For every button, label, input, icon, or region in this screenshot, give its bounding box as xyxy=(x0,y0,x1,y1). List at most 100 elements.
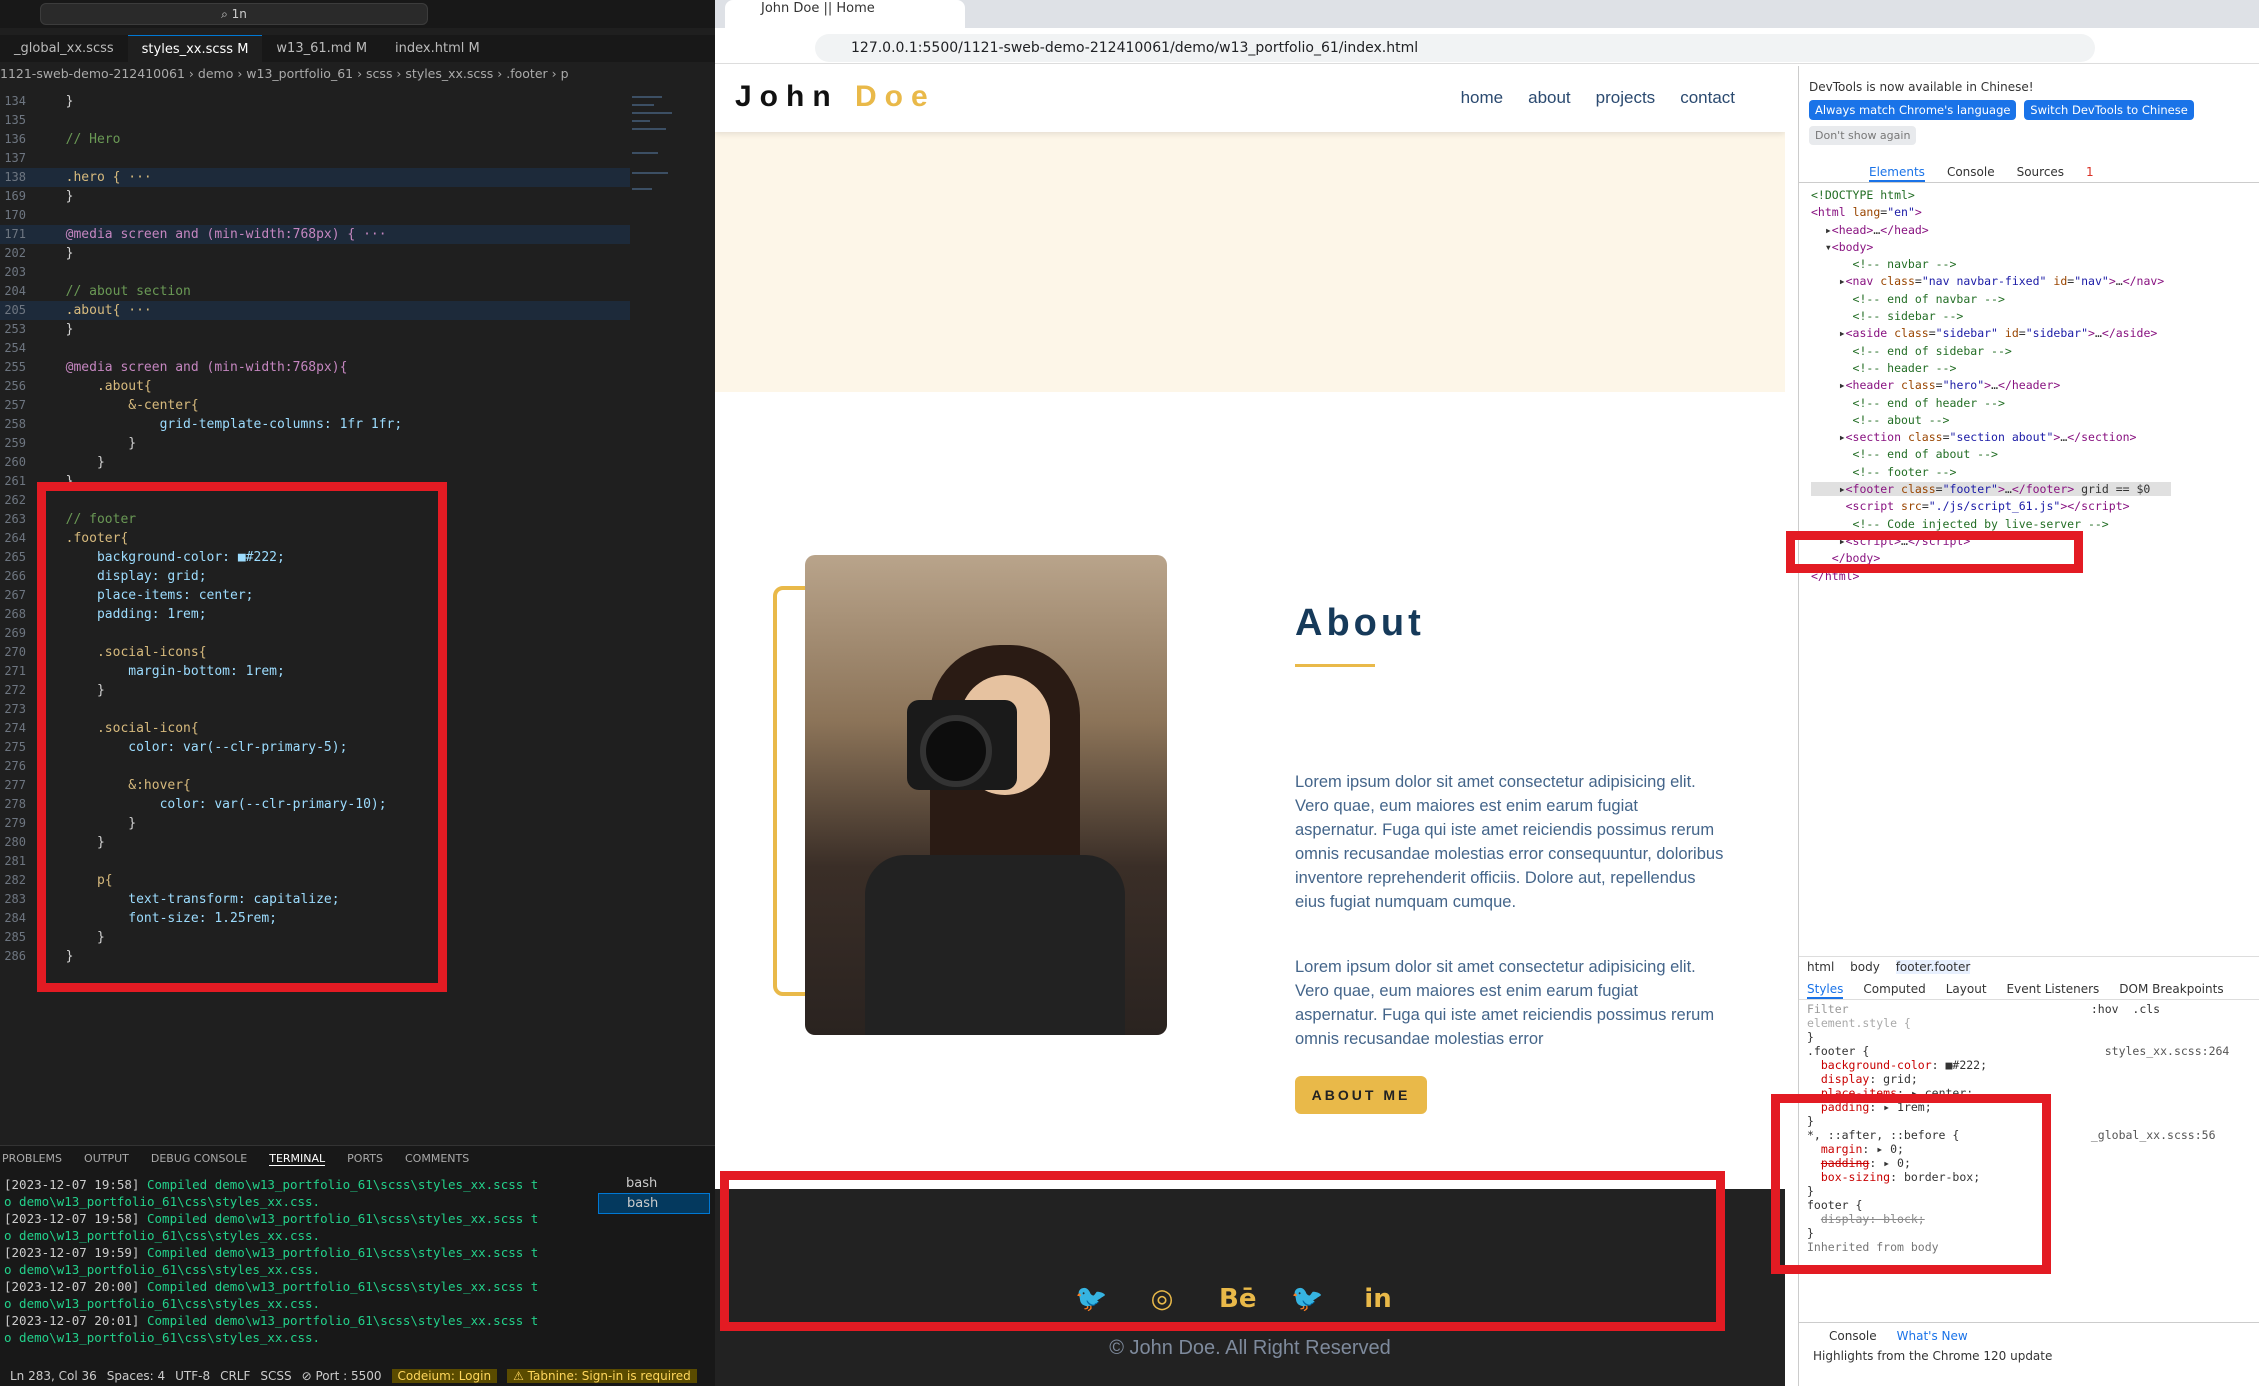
terminal-timestamp: [2023-12-07 19:59] xyxy=(4,1245,140,1260)
drawer-tab-console[interactable]: Console xyxy=(1829,1329,1877,1343)
hov-cls[interactable]: :hov .cls xyxy=(2091,1002,2160,1016)
code-line[interactable]: 204 // about section xyxy=(0,282,630,301)
panel-tab-terminal[interactable]: TERMINAL xyxy=(269,1152,326,1166)
code-line[interactable]: 136 // Hero xyxy=(0,130,630,149)
panel-tab-problems[interactable]: PROBLEMS xyxy=(2,1152,62,1166)
status-codeium[interactable]: Codeium: Login xyxy=(391,1369,498,1383)
code-line[interactable]: 205 .about{ ··· xyxy=(0,301,630,320)
error-badge[interactable]: 1 xyxy=(2086,161,2094,182)
terminal-message: o demo\w13_portfolio_61\css\styles_xx.cs… xyxy=(4,1330,321,1345)
terminal-line: [2023-12-07 19:59] Compiled demo\w13_por… xyxy=(4,1244,574,1261)
nav-link-contact[interactable]: contact xyxy=(1680,88,1735,108)
line-number: 134 xyxy=(4,94,26,108)
line-number: 257 xyxy=(4,398,26,412)
tab-elements[interactable]: Elements xyxy=(1869,161,1925,182)
tab-sources[interactable]: Sources xyxy=(2017,161,2064,182)
code-line[interactable]: 254 xyxy=(0,339,630,358)
code-line[interactable]: 259 } xyxy=(0,434,630,453)
line-number: 135 xyxy=(4,113,26,127)
line-number: 271 xyxy=(4,664,26,678)
global-source-link[interactable]: _global_xx.scss:56 xyxy=(2091,1128,2216,1142)
line-number: 275 xyxy=(4,740,26,754)
nav-link-home[interactable]: home xyxy=(1461,88,1504,108)
code-line[interactable]: 171 @media screen and (min-width:768px) … xyxy=(0,225,630,244)
crumb-html[interactable]: html xyxy=(1807,960,1834,974)
code-line[interactable]: 260 } xyxy=(0,453,630,472)
terminal-item[interactable]: bash xyxy=(598,1174,710,1193)
terminal-line: [2023-12-07 20:01] Compiled demo\w13_por… xyxy=(4,1312,574,1329)
nav-link-projects[interactable]: projects xyxy=(1596,88,1656,108)
breadcrumb[interactable]: 1121-sweb-demo-212410061 › demo › w13_po… xyxy=(0,66,569,84)
code-line[interactable]: 138 .hero { ··· xyxy=(0,168,630,187)
terminal-output[interactable]: [2023-12-07 19:58] Compiled demo\w13_por… xyxy=(4,1176,574,1346)
line-number: 280 xyxy=(4,835,26,849)
tab-styles-scss[interactable]: styles_xx.scss M xyxy=(127,35,263,62)
line-number: 273 xyxy=(4,702,26,716)
terminal-message: Compiled demo\w13_portfolio_61\scss\styl… xyxy=(139,1211,539,1226)
crumb-footer[interactable]: footer.footer xyxy=(1895,960,1971,974)
code-line[interactable]: 169 } xyxy=(0,187,630,206)
browser-tabbar: John Doe || Home xyxy=(715,0,2259,28)
tab-dom-breakpoints[interactable]: DOM Breakpoints xyxy=(2119,978,2223,999)
command-center[interactable]: ⌕ 1n xyxy=(40,3,428,25)
code-line[interactable]: 135 xyxy=(0,111,630,130)
tab-layout[interactable]: Layout xyxy=(1946,978,1987,999)
whats-new-text: Highlights from the Chrome 120 update xyxy=(1813,1349,2053,1363)
line-number: 205 xyxy=(4,303,26,317)
status-tabnine[interactable]: ⚠ Tabnine: Sign-in is required xyxy=(507,1369,697,1383)
code-line[interactable]: 202 } xyxy=(0,244,630,263)
match-language-button[interactable]: Always match Chrome's language xyxy=(1809,100,2017,120)
line-number: 266 xyxy=(4,569,26,583)
status-eol[interactable]: CRLF xyxy=(220,1369,250,1383)
browser-tab[interactable]: John Doe || Home xyxy=(725,0,965,28)
status-port[interactable]: ⊘ Port : 5500 xyxy=(302,1369,382,1383)
tab-styles[interactable]: Styles xyxy=(1807,978,1844,999)
panel-tab-ports[interactable]: PORTS xyxy=(347,1152,383,1166)
code-line[interactable]: 134 } xyxy=(0,92,630,111)
tab-console[interactable]: Console xyxy=(1947,161,1995,182)
line-number: 282 xyxy=(4,873,26,887)
tab-event-listeners[interactable]: Event Listeners xyxy=(2007,978,2100,999)
status-encoding[interactable]: UTF-8 xyxy=(175,1369,210,1383)
line-number: 202 xyxy=(4,246,26,260)
terminal-line: o demo\w13_portfolio_61\css\styles_xx.cs… xyxy=(4,1295,574,1312)
code-line[interactable]: 255 @media screen and (min-width:768px){ xyxy=(0,358,630,377)
nav-link-about[interactable]: about xyxy=(1528,88,1571,108)
filter-input[interactable]: Filter xyxy=(1807,1002,1849,1016)
line-number: 203 xyxy=(4,265,26,279)
status-position[interactable]: Ln 283, Col 36 xyxy=(10,1369,97,1383)
panel-tab-output[interactable]: OUTPUT xyxy=(84,1152,129,1166)
site-logo[interactable]: John Doe xyxy=(735,80,936,114)
code-line[interactable]: 257 &-center{ xyxy=(0,396,630,415)
line-number: 262 xyxy=(4,493,26,507)
status-language[interactable]: SCSS xyxy=(260,1369,291,1383)
terminal-item-active[interactable]: bash xyxy=(598,1193,710,1214)
tab-computed[interactable]: Computed xyxy=(1863,978,1925,999)
terminal-message: Compiled demo\w13_portfolio_61\scss\styl… xyxy=(139,1279,539,1294)
dont-show-button[interactable]: Don't show again xyxy=(1809,126,1917,145)
footer-source-link[interactable]: styles_xx.scss:264 xyxy=(2105,1044,2230,1058)
browser-window: John Doe || Home 127.0.0.1:5500/1121-swe… xyxy=(715,0,2259,1386)
code-line[interactable]: 258 grid-template-columns: 1fr 1fr; xyxy=(0,415,630,434)
terminal-message: o demo\w13_portfolio_61\css\styles_xx.cs… xyxy=(4,1262,321,1277)
url-bar[interactable]: 127.0.0.1:5500/1121-sweb-demo-212410061/… xyxy=(815,34,2095,62)
status-spaces[interactable]: Spaces: 4 xyxy=(107,1369,165,1383)
code-line[interactable]: 137 xyxy=(0,149,630,168)
code-line[interactable]: 253 } xyxy=(0,320,630,339)
minimap[interactable] xyxy=(628,92,688,252)
dom-tree[interactable]: <!DOCTYPE html> <html lang="en"> ▸<head>… xyxy=(1799,183,2259,585)
about-me-button[interactable]: ABOUT ME xyxy=(1295,1076,1427,1114)
code-text: } xyxy=(50,189,74,204)
code-line[interactable]: 256 .about{ xyxy=(0,377,630,396)
drawer-tab-whatsnew[interactable]: What's New xyxy=(1897,1329,1968,1343)
panel-tab-debug[interactable]: DEBUG CONSOLE xyxy=(151,1152,247,1166)
code-line[interactable]: 170 xyxy=(0,206,630,225)
panel-tab-comments[interactable]: COMMENTS xyxy=(405,1152,469,1166)
code-line[interactable]: 203 xyxy=(0,263,630,282)
tab-index-html[interactable]: index.html M xyxy=(381,35,494,62)
highlight-box-dom xyxy=(1786,531,2083,573)
crumb-body[interactable]: body xyxy=(1850,960,1880,974)
tab-w13-md[interactable]: w13_61.md M xyxy=(262,35,381,62)
switch-language-button[interactable]: Switch DevTools to Chinese xyxy=(2024,100,2194,120)
tab-global-scss[interactable]: _global_xx.scss xyxy=(0,35,128,62)
